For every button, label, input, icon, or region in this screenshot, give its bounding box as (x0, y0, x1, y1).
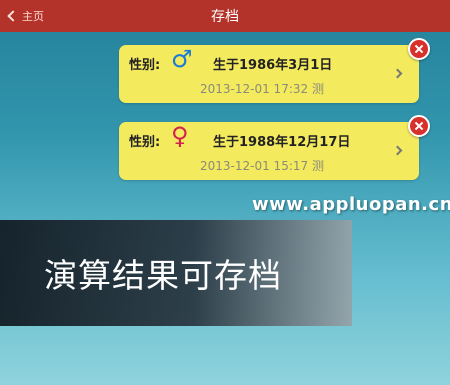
record-card[interactable]: 性别: ♂ 生于1986年3月1日 2013-12-01 17:32 测 (119, 38, 430, 103)
back-button[interactable]: 主页 (6, 0, 44, 32)
birth-date: 生于1986年3月1日 (213, 58, 333, 73)
page-title: 存档 (211, 9, 239, 25)
banner-text: 演算结果可存档 (44, 256, 282, 295)
delete-icon[interactable] (408, 38, 430, 60)
promo-banner: 演算结果可存档 (0, 220, 352, 326)
record-card[interactable]: 性别: ♀ 生于1988年12月17日 2013-12-01 15:17 测 (119, 115, 430, 180)
watermark: www.appluopan.cn (252, 194, 450, 215)
record-time: 2013-12-01 15:17 测 (200, 159, 324, 173)
birth-date: 生于1988年12月17日 (213, 135, 351, 150)
back-label: 主页 (22, 10, 44, 23)
nav-bar: 主页 存档 (0, 0, 450, 32)
gender-label: 性别: (129, 58, 161, 73)
gender-label: 性别: (129, 135, 161, 150)
female-icon: ♀ (171, 122, 189, 150)
chevron-right-icon (392, 68, 403, 79)
male-icon: ♂ (171, 45, 193, 73)
record-time: 2013-12-01 17:32 测 (200, 82, 324, 96)
chevron-right-icon (392, 145, 403, 156)
delete-icon[interactable] (408, 115, 430, 137)
chevron-left-icon (7, 10, 19, 22)
